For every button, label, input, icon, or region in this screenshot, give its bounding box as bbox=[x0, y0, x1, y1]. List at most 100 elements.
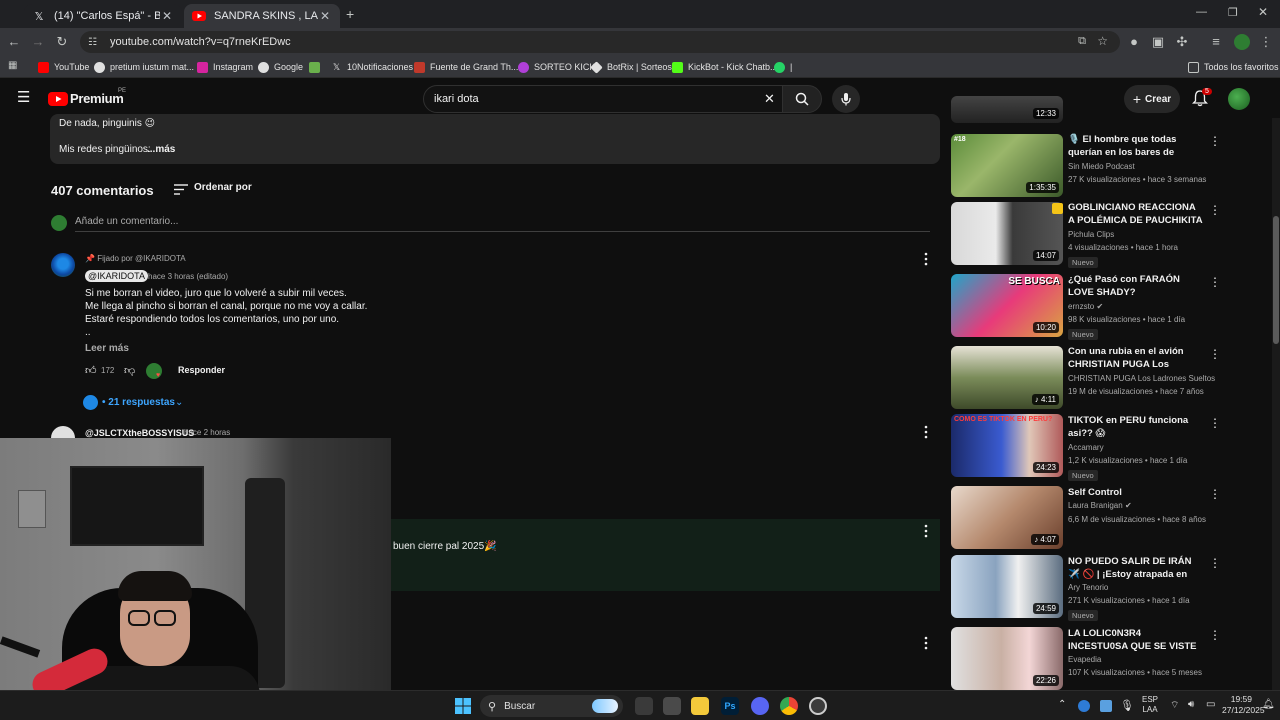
bookmark-pretium[interactable]: pretium iustum mat... bbox=[94, 59, 194, 75]
extension-icon[interactable]: ▣ bbox=[1150, 34, 1166, 50]
language-indicator[interactable]: ESP LAA bbox=[1142, 695, 1158, 715]
install-app-icon[interactable]: ⧉ bbox=[1078, 35, 1086, 48]
menu-dots-icon[interactable]: ⋮ bbox=[1209, 488, 1221, 500]
youtube-logo[interactable] bbox=[48, 92, 68, 111]
video-title[interactable]: NO PUEDO SALIR DE IRÁN ✈️ 🚫 | ¡Estoy atr… bbox=[1068, 555, 1203, 581]
video-channel[interactable]: Accamary bbox=[1068, 443, 1104, 452]
chevron-up-icon[interactable]: ⌃ bbox=[1058, 699, 1066, 710]
notification-center-icon[interactable]: 🔔︎ bbox=[1262, 699, 1275, 710]
apps-grid-icon[interactable]: ▦ bbox=[8, 60, 17, 71]
bookmark-whatsapp[interactable]: | bbox=[774, 59, 792, 75]
bookmark-unnamed[interactable] bbox=[309, 59, 325, 75]
profile-avatar[interactable] bbox=[1234, 34, 1250, 50]
menu-dots-icon[interactable]: ⋮ bbox=[1209, 135, 1221, 147]
bookmark-gta-font[interactable]: Fuente de Grand Th... bbox=[414, 59, 518, 75]
forward-icon[interactable]: → bbox=[30, 34, 46, 50]
tab-youtube-video[interactable]: SANDRA SKINS , LA STREAMER ✕ bbox=[184, 4, 340, 28]
video-channel[interactable]: ernzsto ✔ bbox=[1068, 302, 1103, 311]
speaker-icon[interactable]: 🔊︎ bbox=[1188, 699, 1194, 710]
comment-menu-button[interactable] bbox=[922, 524, 930, 543]
video-title[interactable]: Self Control bbox=[1068, 486, 1203, 499]
menu-dots-icon[interactable]: ⋮ bbox=[1209, 417, 1221, 429]
avatar[interactable] bbox=[1228, 88, 1250, 110]
hamburger-menu-icon[interactable]: ☰ bbox=[17, 90, 30, 105]
add-comment-input[interactable]: Añade un comentario... bbox=[75, 216, 178, 227]
extensions-puzzle-icon[interactable]: ✣ bbox=[1174, 34, 1190, 50]
file-explorer-icon[interactable] bbox=[691, 697, 709, 715]
video-channel[interactable]: Laura Branigan ✔ bbox=[1068, 501, 1132, 510]
like-icon[interactable]: 👍︎ bbox=[85, 364, 97, 377]
close-window-icon[interactable]: ✕ bbox=[1258, 5, 1268, 19]
extension-icon[interactable]: ● bbox=[1126, 34, 1142, 50]
video-thumbnail[interactable]: ♪ 4:07 bbox=[951, 486, 1063, 549]
photoshop-icon[interactable]: Ps bbox=[721, 697, 739, 715]
close-tab-icon[interactable]: ✕ bbox=[160, 9, 174, 23]
video-title[interactable]: LA LOLIC0N3R4 INCESTU0SA QUE SE VISTE DE… bbox=[1068, 627, 1203, 653]
description-more-link[interactable]: ...más bbox=[147, 144, 175, 155]
bookmark-notificaciones[interactable]: 𝕏 10Notificaciones bbox=[331, 59, 413, 75]
site-info-icon[interactable]: ☷ bbox=[88, 37, 102, 48]
bookmark-star-icon[interactable]: ☆ bbox=[1097, 34, 1108, 48]
bookmark-botrix[interactable]: BotRix | Sorteos bbox=[590, 59, 672, 75]
video-thumbnail[interactable]: COMO ES TIKTOK EN PERU? 24:23 bbox=[951, 414, 1063, 477]
discord-icon[interactable] bbox=[751, 697, 769, 715]
battery-icon[interactable]: ▭ bbox=[1206, 699, 1215, 710]
menu-dots-icon[interactable]: ⋮ bbox=[1258, 34, 1274, 50]
video-channel[interactable]: Ary Tenorio bbox=[1068, 583, 1108, 592]
comment-menu-button[interactable] bbox=[922, 636, 930, 655]
video-title[interactable]: GOBLINCIANO REACCIONA A POLÉMICA DE PAUC… bbox=[1068, 201, 1203, 227]
reload-icon[interactable]: ↻ bbox=[54, 34, 70, 50]
comment-menu-button[interactable] bbox=[922, 425, 930, 444]
video-title[interactable]: 🎙️ El hombre que todas querían en los ba… bbox=[1068, 133, 1203, 159]
video-title[interactable]: Con una rubia en el avión CHRISTIAN PUGA… bbox=[1068, 345, 1203, 371]
bookmark-google[interactable]: Google bbox=[258, 59, 303, 75]
windows-start-icon[interactable] bbox=[455, 698, 471, 719]
dislike-icon[interactable]: 👎︎ bbox=[124, 364, 135, 377]
tray-app-icon[interactable] bbox=[1100, 700, 1112, 712]
page-scrollbar-track[interactable] bbox=[1272, 118, 1280, 690]
minimize-icon[interactable]: — bbox=[1196, 6, 1207, 18]
video-title[interactable]: ¿Qué Pasó con FARAÓN LOVE SHADY? bbox=[1068, 273, 1203, 299]
video-channel[interactable]: Evapedia bbox=[1068, 655, 1101, 664]
view-replies-button[interactable]: • 21 respuestas bbox=[102, 397, 175, 408]
video-title[interactable]: TIKTOK en PERU funciona asi?? 😱 bbox=[1068, 414, 1203, 440]
video-thumbnail[interactable]: SE BUSCA 10:20 bbox=[951, 274, 1063, 337]
task-view-icon[interactable] bbox=[635, 697, 653, 715]
chevron-down-icon[interactable]: ⌄ bbox=[175, 397, 183, 408]
maximize-icon[interactable]: ❐ bbox=[1228, 6, 1238, 19]
video-thumbnail[interactable]: 22:26 bbox=[951, 627, 1063, 690]
comment-author-badge[interactable]: @IKARIDOTA bbox=[85, 270, 148, 282]
wifi-icon[interactable]: ⌔ bbox=[1170, 699, 1179, 712]
bookmark-instagram[interactable]: Instagram bbox=[197, 59, 253, 75]
video-channel[interactable]: Sin Miedo Podcast bbox=[1068, 162, 1135, 171]
voice-search-button[interactable] bbox=[832, 85, 860, 113]
sort-button[interactable]: Ordenar por bbox=[194, 182, 252, 193]
video-thumbnail[interactable]: 14:07 bbox=[951, 202, 1063, 265]
new-tab-button[interactable]: + bbox=[346, 6, 354, 22]
video-channel[interactable]: Pichula Clips bbox=[1068, 230, 1114, 239]
description-box[interactable] bbox=[50, 114, 940, 164]
bookmark-youtube[interactable]: YouTube bbox=[38, 59, 89, 75]
taskbar-search[interactable]: ⚲ Buscar bbox=[480, 695, 623, 717]
tab-x-search[interactable]: 𝕏 (14) "Carlos Espá" - Buscar / X ✕ bbox=[24, 4, 182, 28]
menu-dots-icon[interactable]: ⋮ bbox=[1209, 276, 1221, 288]
bookmark-sorteo-kick[interactable]: SORTEO KICK bbox=[518, 59, 595, 75]
menu-dots-icon[interactable]: ⋮ bbox=[1209, 204, 1221, 216]
obs-icon[interactable] bbox=[809, 697, 827, 715]
back-icon[interactable]: ← bbox=[6, 34, 22, 50]
menu-dots-icon[interactable]: ⋮ bbox=[1209, 348, 1221, 360]
chrome-icon[interactable] bbox=[780, 697, 798, 715]
clear-search-icon[interactable]: ✕ bbox=[764, 91, 775, 107]
close-tab-icon[interactable]: ✕ bbox=[318, 9, 332, 23]
search-button[interactable] bbox=[782, 85, 822, 113]
reading-list-icon[interactable]: ≡ bbox=[1208, 34, 1224, 50]
address-bar[interactable]: ☷ youtube.com/watch?v=q7rneKrEDwc ⧉ ☆ bbox=[80, 31, 1120, 53]
reply-button[interactable]: Responder bbox=[178, 365, 225, 375]
search-input[interactable]: ikari dota ✕ bbox=[423, 85, 788, 113]
menu-dots-icon[interactable]: ⋮ bbox=[1209, 557, 1221, 569]
video-thumbnail[interactable]: #18 1:35:35 bbox=[951, 134, 1063, 197]
tray-app-icon[interactable] bbox=[1078, 700, 1090, 712]
bookmark-kickbot[interactable]: KickBot - Kick Chatb... bbox=[672, 59, 778, 75]
comment-author[interactable]: @JSLCTXtheBOSSYISUS bbox=[85, 428, 194, 438]
comment-menu-button[interactable] bbox=[922, 252, 930, 271]
